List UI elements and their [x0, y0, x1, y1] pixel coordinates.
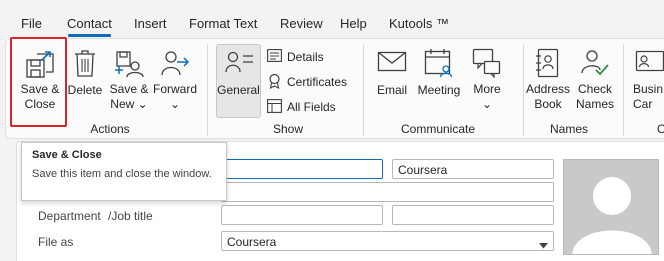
menu-kutools[interactable]: Kutools ™	[389, 16, 449, 31]
email-button[interactable]: Email	[372, 42, 412, 122]
contact-photo[interactable]	[563, 159, 659, 255]
group-separator	[363, 44, 364, 136]
more-label: More ⌄	[473, 82, 501, 111]
full-name-field[interactable]	[221, 159, 383, 179]
company-field[interactable]: Coursera	[392, 159, 554, 179]
business-card-icon	[635, 48, 664, 78]
department-field[interactable]	[221, 205, 383, 225]
delete-button[interactable]: Delete	[66, 42, 104, 122]
details-label: Details	[287, 50, 324, 64]
group-label-show: Show	[272, 122, 304, 136]
contact-card-icon	[224, 48, 254, 80]
meeting-icon	[424, 48, 454, 82]
menu-bar: File Contact Insert Format Text Review H…	[0, 0, 664, 38]
job-title-label: /Job title	[108, 209, 153, 223]
save-new-icon	[113, 48, 145, 82]
menu-contact[interactable]: Contact	[67, 16, 112, 31]
save-close-tooltip: Save & Close Save this item and close th…	[21, 142, 227, 201]
menu-file[interactable]: File	[21, 16, 42, 31]
all-fields-label: All Fields	[287, 100, 336, 114]
forward-label: Forward ⌄	[152, 82, 197, 111]
meeting-label: Meeting	[417, 83, 461, 97]
save-new-button[interactable]: Save & New ⌄	[106, 42, 152, 122]
address-book-label: Address Book	[526, 82, 571, 111]
details-icon	[267, 49, 282, 65]
business-card-label: Busin Car	[633, 82, 664, 111]
menu-review[interactable]: Review	[280, 16, 323, 31]
more-button[interactable]: More ⌄	[468, 42, 506, 122]
save-new-label: Save & New ⌄	[109, 82, 149, 111]
avatar-icon	[572, 177, 652, 254]
group-separator	[207, 44, 208, 136]
tooltip-title: Save & Close	[32, 149, 102, 161]
all-fields-icon	[267, 98, 282, 116]
email-label: Email	[376, 83, 407, 97]
menu-format-text[interactable]: Format Text	[189, 16, 257, 31]
department-label: Department	[38, 209, 101, 223]
meeting-button[interactable]: Meeting	[414, 42, 464, 122]
certificates-button[interactable]: Certificates	[267, 72, 347, 92]
group-separator	[523, 44, 524, 136]
trash-icon	[73, 48, 97, 82]
email-icon	[377, 48, 407, 78]
group-label-options: O	[657, 122, 664, 136]
save-close-label: Save & Close	[20, 82, 60, 111]
group-label-communicate: Communicate	[400, 122, 476, 136]
address-book-icon	[535, 48, 561, 82]
forward-button[interactable]: Forward ⌄	[152, 42, 198, 122]
active-tab-indicator	[68, 34, 111, 37]
group-label-names: Names	[549, 122, 588, 136]
business-card-button[interactable]: Busin Car	[628, 42, 664, 122]
details-button[interactable]: Details	[267, 47, 324, 67]
job-title-field[interactable]	[221, 182, 554, 202]
group-separator	[623, 44, 624, 136]
certificate-icon	[267, 73, 282, 92]
general-button[interactable]: General	[216, 42, 261, 122]
chevron-down-icon	[539, 238, 548, 252]
tooltip-body: Save this item and close the window.	[32, 168, 212, 180]
address-book-button[interactable]: Address Book	[526, 42, 570, 122]
file-as-label: File as	[38, 235, 74, 249]
all-fields-button[interactable]: All Fields	[267, 97, 336, 117]
delete-label: Delete	[67, 83, 103, 97]
general-label: General	[217, 83, 260, 97]
certificates-label: Certificates	[287, 75, 348, 89]
file-as-select[interactable]: Coursera	[221, 231, 554, 251]
group-label-actions: Actions	[90, 122, 130, 136]
save-close-icon	[23, 48, 57, 84]
more-icon	[472, 48, 502, 82]
check-names-button[interactable]: Check Names	[572, 42, 618, 122]
menu-insert[interactable]: Insert	[134, 16, 167, 31]
file-as-value: Coursera	[227, 235, 277, 249]
save-close-button[interactable]: Save & Close	[16, 42, 64, 122]
check-names-icon	[580, 48, 610, 82]
menu-help[interactable]: Help	[340, 16, 367, 31]
job-title-input[interactable]	[392, 205, 554, 225]
forward-contact-icon	[159, 48, 191, 82]
check-names-label: Check Names	[575, 82, 614, 111]
